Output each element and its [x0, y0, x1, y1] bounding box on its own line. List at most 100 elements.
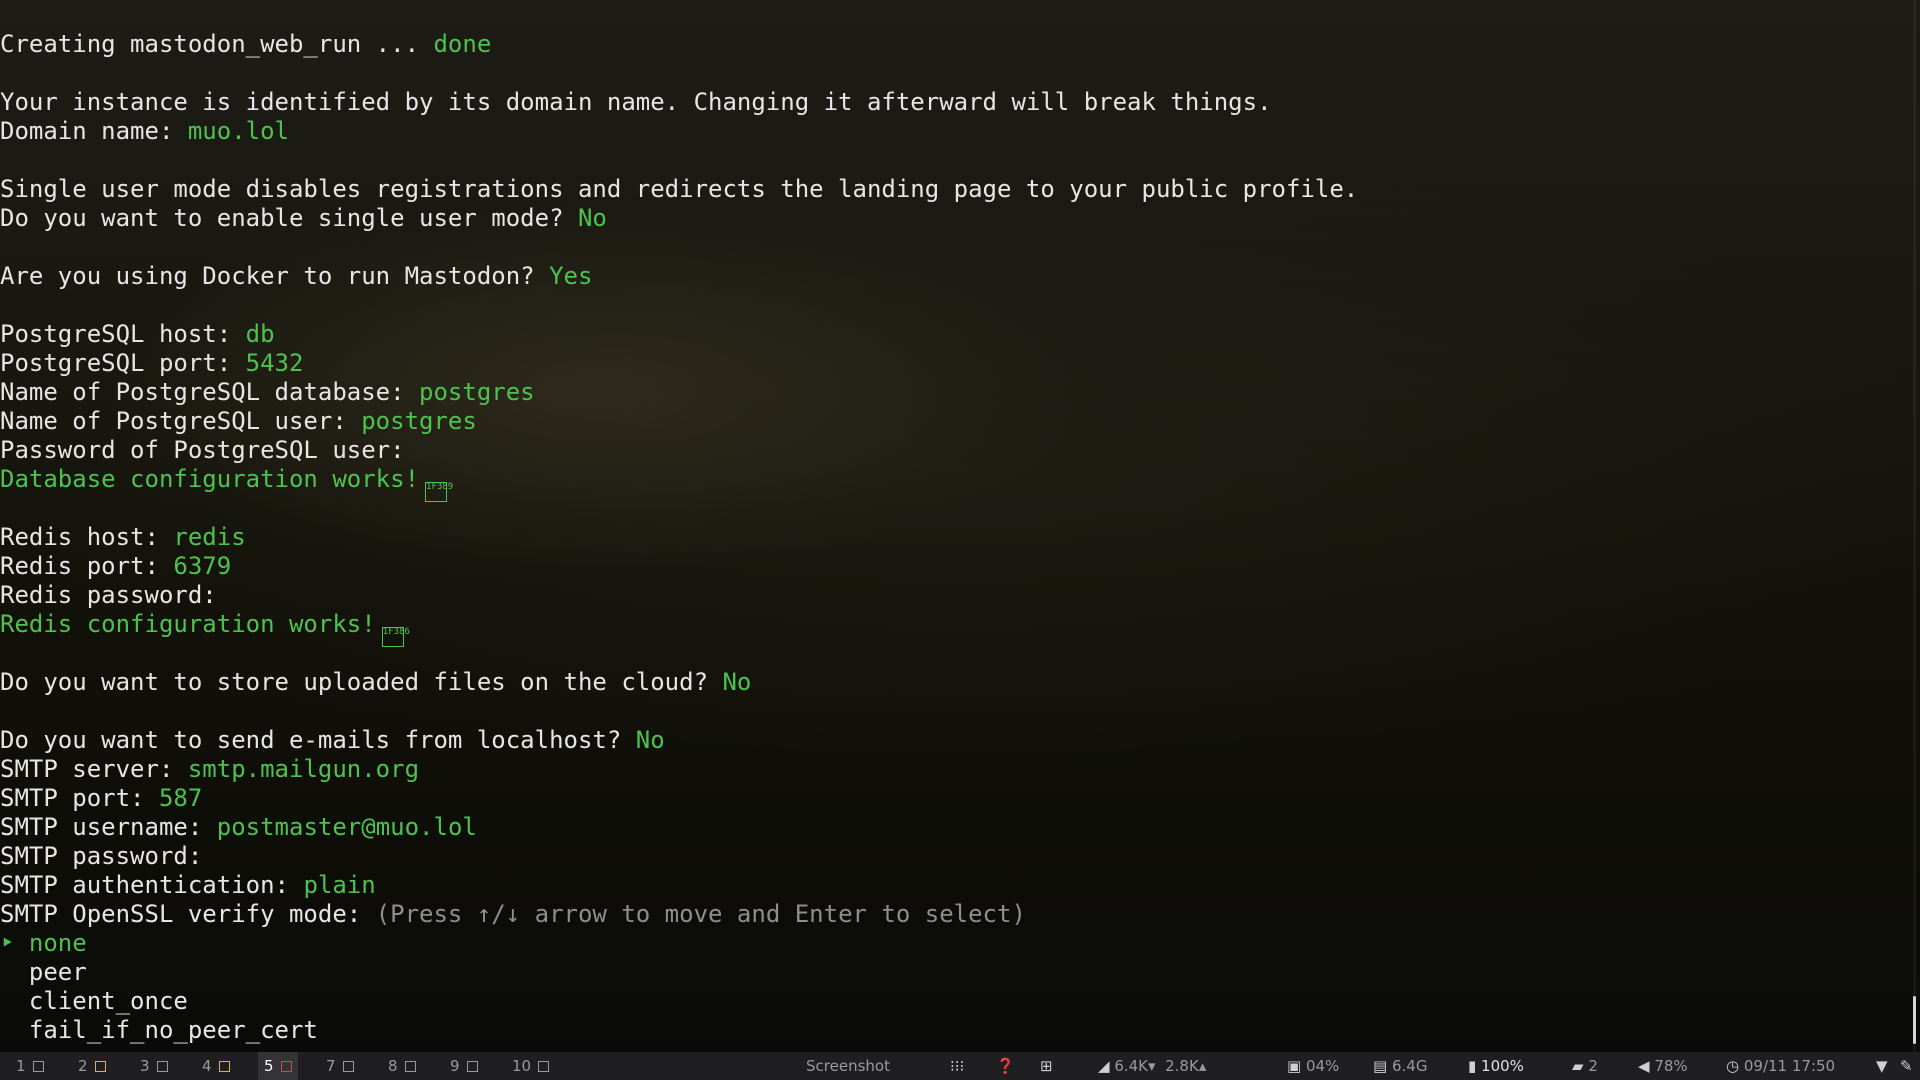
network-indicator[interactable]: ◢ 6.4K▾ 2.8K▴	[1098, 1052, 1206, 1080]
input-value: No	[722, 668, 752, 696]
workspace-9[interactable]: 9	[450, 1052, 478, 1080]
prompt-text: SMTP port:	[0, 784, 159, 812]
terminal-line: Creating mastodon_web_run ... done	[0, 30, 1900, 59]
menu-option[interactable]: fail_if_no_peer_cert	[0, 1016, 318, 1044]
grid-icon[interactable]: ⁝⁝⁝	[950, 1052, 964, 1080]
input-value: No	[577, 204, 607, 232]
terminal-scrollbar[interactable]	[1913, 0, 1916, 1052]
notification-count: 2	[1588, 1057, 1598, 1075]
workspace-7[interactable]: 7	[326, 1052, 354, 1080]
cpu-indicator[interactable]: ▣ 04%	[1287, 1052, 1339, 1080]
terminal-line: Your instance is identified by its domai…	[0, 88, 1900, 117]
window-square-icon	[342, 1061, 354, 1072]
terminal-line: Redis configuration works! 1F386	[0, 610, 1900, 647]
terminal-line: Do you want to send e-mails from localho…	[0, 726, 1900, 755]
workspace-label: 4	[202, 1057, 212, 1075]
input-value: Database configuration works!	[0, 465, 420, 493]
workspace-label: 9	[450, 1057, 460, 1075]
terminal-line: ‣ none	[0, 929, 1900, 958]
workspace-label: 7	[326, 1057, 336, 1075]
notification-indicator[interactable]: ▰ 2	[1572, 1052, 1598, 1080]
workspace-label: 5	[264, 1057, 274, 1075]
window-square-icon	[466, 1061, 478, 1072]
terminal-line: SMTP password:	[0, 842, 1900, 871]
workspace-3[interactable]: 3	[140, 1052, 168, 1080]
help-icon[interactable]: ❓	[996, 1052, 1015, 1080]
prompt-text: Your instance is identified by its domai…	[0, 88, 1272, 116]
terminal-line: Password of PostgreSQL user:	[0, 436, 1900, 465]
prompt-text: Name of PostgreSQL user:	[0, 407, 362, 435]
window-title: Screenshot	[806, 1057, 890, 1075]
prompt-text: PostgreSQL port:	[0, 349, 246, 377]
workspace-8[interactable]: 8	[388, 1052, 416, 1080]
prompt-text: Password of PostgreSQL user:	[0, 436, 420, 464]
volume-indicator[interactable]: ◀ 78%	[1638, 1052, 1688, 1080]
workspace-2[interactable]: 2	[78, 1052, 106, 1080]
input-value: done	[433, 30, 492, 58]
prompt-text: Single user mode disables registrations …	[0, 175, 1359, 203]
scrollbar-thumb[interactable]	[1913, 996, 1916, 1044]
terminal-line: Redis host: redis	[0, 523, 1900, 552]
input-value: Redis configuration works!	[0, 610, 376, 638]
prompt-text: PostgreSQL host:	[0, 320, 246, 348]
terminal-line: Database configuration works! 1F389	[0, 465, 1900, 502]
terminal-output[interactable]: Creating mastodon_web_run ... done Your i…	[0, 0, 1900, 1052]
prompt-text: Creating mastodon_web_run ...	[0, 30, 434, 58]
prompt-text: SMTP username:	[0, 813, 217, 841]
memory-icon: ▤	[1373, 1057, 1388, 1075]
wifi-tray-icon[interactable]: ▼	[1876, 1052, 1888, 1080]
wifi-icon: ◢	[1098, 1057, 1110, 1075]
battery-value: 100%	[1481, 1057, 1524, 1075]
prompt-text: Do you want to enable single user mode?	[0, 204, 578, 232]
edit-icon[interactable]: ✎	[1900, 1052, 1913, 1080]
workspace-1[interactable]: 1	[16, 1052, 44, 1080]
terminal-line: Single user mode disables registrations …	[0, 175, 1900, 204]
terminal-line: client_once	[0, 987, 1900, 1016]
prompt-text: Name of PostgreSQL database:	[0, 378, 420, 406]
speaker-icon: ◀	[1638, 1057, 1650, 1075]
clock-indicator[interactable]: ◷ 09/11 17:50	[1726, 1052, 1835, 1080]
window-square-icon	[218, 1061, 230, 1072]
window-square-icon	[156, 1061, 168, 1072]
input-value: plain	[303, 871, 376, 899]
add-icon[interactable]: ⊞	[1040, 1052, 1053, 1080]
terminal-line: Redis port: 6379	[0, 552, 1900, 581]
prompt-text: Are you using Docker to run Mastodon?	[0, 262, 550, 290]
net-down-value: 6.4K	[1114, 1057, 1149, 1075]
window-square-icon	[94, 1061, 106, 1072]
terminal-line: peer	[0, 958, 1900, 987]
window-square-icon	[32, 1061, 44, 1072]
clock-icon: ◷	[1726, 1057, 1740, 1075]
window-square-icon	[280, 1061, 292, 1072]
prompt-text: Domain name:	[0, 117, 188, 145]
prompt-text: SMTP authentication:	[0, 871, 304, 899]
volume-value: 78%	[1654, 1057, 1688, 1075]
prompt-text: SMTP OpenSSL verify mode:	[0, 900, 376, 928]
prompt-text: Redis port:	[0, 552, 174, 580]
terminal-line: Are you using Docker to run Mastodon? Ye…	[0, 262, 1900, 291]
battery-indicator[interactable]: ▮ 100%	[1468, 1052, 1524, 1080]
menu-option[interactable]: client_once	[0, 987, 188, 1015]
emoji-glyph-icon: 1F389	[425, 482, 453, 502]
workspace-10[interactable]: 10	[512, 1052, 550, 1080]
workspace-4[interactable]: 4	[202, 1052, 230, 1080]
input-value: postmaster@muo.lol	[216, 813, 477, 841]
memory-indicator[interactable]: ▤ 6.4G	[1373, 1052, 1427, 1080]
menu-option-selected[interactable]: ‣ none	[0, 929, 87, 957]
workspace-label: 10	[512, 1057, 532, 1075]
menu-option[interactable]: peer	[0, 958, 87, 986]
workspace-5[interactable]: 5	[258, 1052, 298, 1080]
emoji-glyph-icon: 1F386	[381, 627, 410, 647]
terminal-line: Name of PostgreSQL database: postgres	[0, 378, 1900, 407]
terminal-line: Domain name: muo.lol	[0, 117, 1900, 146]
input-value: 6379	[173, 552, 232, 580]
hint-text: (Press ↑/↓ arrow to move and Enter to se…	[375, 900, 1026, 928]
input-value: muo.lol	[187, 117, 289, 145]
prompt-text: Do you want to store uploaded files on t…	[0, 668, 723, 696]
terminal-line: SMTP authentication: plain	[0, 871, 1900, 900]
terminal-line: SMTP OpenSSL verify mode: (Press ↑/↓ arr…	[0, 900, 1900, 929]
